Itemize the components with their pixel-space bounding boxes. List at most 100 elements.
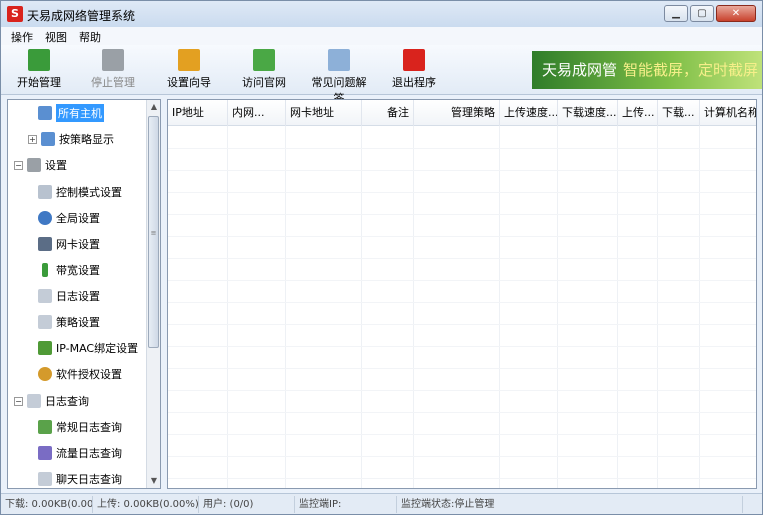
gear-icon	[38, 211, 52, 225]
grid-row-line	[168, 412, 756, 413]
scroll-down-icon[interactable]: ▼	[147, 474, 160, 488]
toolbar-label: 停止管理	[91, 76, 135, 89]
tree-item-label: 策略设置	[56, 316, 100, 329]
start-management-button[interactable]: 开始管理	[15, 49, 63, 90]
column-download[interactable]: 下载...	[658, 100, 700, 126]
tree-item-label: 日志查询	[45, 395, 89, 408]
log-folder-icon	[27, 394, 41, 408]
column-lan[interactable]: 内网...	[228, 100, 286, 126]
expand-icon[interactable]: +	[28, 134, 37, 144]
tree-item-ip-mac-binding[interactable]: IP-MAC绑定设置	[38, 337, 138, 359]
monitor-icon	[38, 237, 52, 251]
hosts-icon	[38, 106, 52, 120]
status-monitor-ip: 监控端IP:	[295, 495, 397, 513]
tree-item-label: 流量日志查询	[56, 447, 122, 460]
tree-item-policy-settings[interactable]: 策略设置	[38, 311, 100, 333]
column-remark[interactable]: 备注	[362, 100, 414, 126]
grid-row-line	[168, 434, 756, 435]
stop-icon	[102, 49, 124, 71]
tree-item-by-policy[interactable]: + 按策略显示	[28, 128, 114, 150]
maximize-button[interactable]: ▢	[690, 5, 714, 22]
toolbar-label: 访问官网	[242, 76, 286, 89]
banner-brand: 天易成网管	[542, 61, 618, 79]
scroll-thumb[interactable]: ≡	[148, 116, 159, 348]
column-download-speed[interactable]: 下载速度...	[558, 100, 618, 126]
tree-item-nic-settings[interactable]: 网卡设置	[38, 233, 100, 255]
toolbar: 开始管理 停止管理 设置向导 访问官网 常见问题解答 退出程序 天易成网管智能截…	[1, 45, 762, 105]
column-upload-speed[interactable]: 上传速度...	[500, 100, 558, 126]
column-mac-address[interactable]: 网卡地址	[286, 100, 362, 126]
host-table: IP地址 内网... 网卡地址 备注 管理策略 上传速度... 下载速度... …	[167, 99, 757, 489]
tree-item-label: 软件授权设置	[56, 368, 122, 381]
tree-item-global-settings[interactable]: 全局设置	[38, 207, 100, 229]
tree-item-settings[interactable]: − 设置	[14, 154, 67, 176]
status-upload: 上传: 0.00KB(0.00%)	[93, 495, 199, 513]
arrow-down-icon	[42, 263, 48, 277]
collapse-icon[interactable]: −	[14, 396, 23, 406]
column-policy[interactable]: 管理策略	[414, 100, 500, 126]
grid-row-line	[168, 192, 756, 193]
scroll-up-icon[interactable]: ▲	[147, 100, 160, 114]
grid-row-line	[168, 324, 756, 325]
title-bar[interactable]: S 天易成网络管理系统 ▁ ▢ ✕	[1, 1, 762, 27]
stop-management-button[interactable]: 停止管理	[89, 49, 137, 90]
main-window: S 天易成网络管理系统 ▁ ▢ ✕ 操作 视图 帮助 开始管理 停止管理 设置向…	[0, 0, 763, 515]
tree-item-label: 网卡设置	[56, 238, 100, 251]
tree-item-label: 常规日志查询	[56, 421, 122, 434]
tree-item-general-log-query[interactable]: 常规日志查询	[38, 416, 122, 438]
wizard-icon	[178, 49, 200, 71]
tree-item-log-settings[interactable]: 日志设置	[38, 285, 100, 307]
tree-item-label: 按策略显示	[59, 133, 114, 146]
tree-item-bandwidth-settings[interactable]: 带宽设置	[38, 259, 100, 281]
resize-grip-icon[interactable]	[743, 496, 760, 513]
grid-row-line	[168, 390, 756, 391]
tree-item-label: 全局设置	[56, 212, 100, 225]
minimize-button[interactable]: ▁	[664, 5, 688, 22]
tree-item-label: 带宽设置	[56, 264, 100, 277]
grid-row-line	[168, 236, 756, 237]
menu-bar: 操作 视图 帮助	[1, 27, 762, 45]
document-icon	[38, 185, 52, 199]
exit-program-button[interactable]: 退出程序	[390, 49, 438, 90]
status-download: 下载: 0.00KB(0.00%)	[1, 495, 93, 513]
toolbar-label: 设置向导	[167, 76, 211, 89]
log-icon	[38, 289, 52, 303]
grid-row-line	[168, 456, 756, 457]
column-ip-address[interactable]: IP地址	[168, 100, 228, 126]
hosts-icon	[41, 132, 55, 146]
setup-wizard-button[interactable]: 设置向导	[165, 49, 213, 90]
faq-button[interactable]: 常见问题解答	[307, 49, 371, 106]
status-users: 用户: (0/0)	[199, 495, 295, 513]
tree-item-all-hosts[interactable]: 所有主机	[38, 102, 104, 124]
tree-item-traffic-log-query[interactable]: 流量日志查询	[38, 442, 122, 464]
chart-icon	[38, 446, 52, 460]
banner-slogan: 智能截屏，定时截屏	[623, 61, 759, 79]
start-icon	[28, 49, 50, 71]
tree-item-log-query[interactable]: − 日志查询	[14, 390, 89, 412]
navigation-tree: 所有主机 + 按策略显示 − 设置 控制模式设置 全局设置 网卡设置 带宽设置	[7, 99, 161, 489]
menu-help[interactable]: 帮助	[73, 27, 107, 45]
tree-scrollbar[interactable]: ▲ ≡ ▼	[146, 100, 160, 488]
menu-operate[interactable]: 操作	[5, 27, 39, 45]
grid-row-line	[168, 258, 756, 259]
grid-row-line	[168, 302, 756, 303]
table-header: IP地址 内网... 网卡地址 备注 管理策略 上传速度... 下载速度... …	[168, 100, 756, 126]
grid-row-line	[168, 346, 756, 347]
tree-item-control-mode[interactable]: 控制模式设置	[38, 181, 122, 203]
column-computer-name[interactable]: 计算机名称	[700, 100, 756, 126]
tree-item-license-settings[interactable]: 软件授权设置	[38, 363, 122, 385]
visit-website-button[interactable]: 访问官网	[240, 49, 288, 90]
column-upload[interactable]: 上传...	[618, 100, 658, 126]
menu-view[interactable]: 视图	[39, 27, 73, 45]
status-bar: 下载: 0.00KB(0.00%) 上传: 0.00KB(0.00%) 用户: …	[1, 493, 762, 514]
tree-item-chat-log-query[interactable]: 聊天日志查询	[38, 468, 122, 488]
window-title: 天易成网络管理系统	[27, 9, 136, 23]
tree-item-label: 聊天日志查询	[56, 473, 122, 486]
toolbar-label: 开始管理	[17, 76, 61, 89]
home-icon	[253, 49, 275, 71]
close-button[interactable]: ✕	[716, 5, 756, 22]
log-view-icon	[38, 420, 52, 434]
grid-row-line	[168, 214, 756, 215]
promo-banner[interactable]: 天易成网管 智能截屏，定时截屏	[532, 51, 762, 89]
collapse-icon[interactable]: −	[14, 160, 23, 170]
